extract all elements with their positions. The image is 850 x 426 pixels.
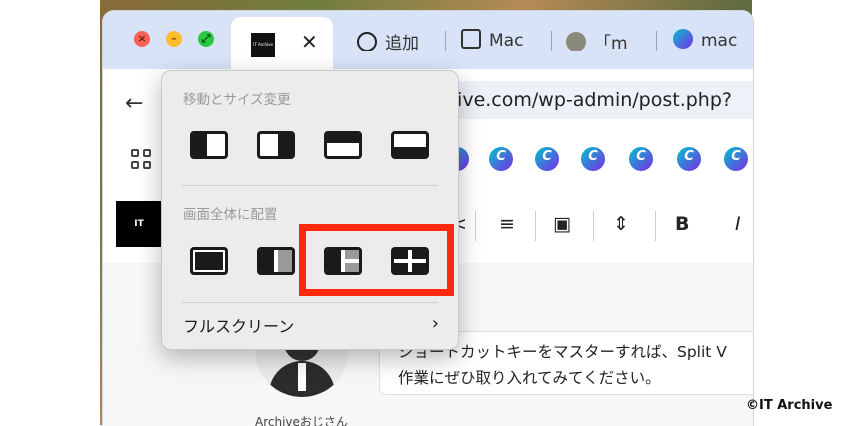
fullscreen-label: フルスクリーン bbox=[183, 317, 295, 336]
tab-divider bbox=[551, 31, 552, 51]
transform-icon[interactable]: ▣ bbox=[553, 213, 571, 235]
favicon-text: IT Archive bbox=[253, 42, 273, 47]
author-name: Archiveおじさん bbox=[255, 415, 348, 426]
it-archive-favicon: IT Archive bbox=[251, 33, 275, 57]
window-zoom-button[interactable]: ⤢ bbox=[198, 31, 214, 47]
menu-section-fill-arrange: 画面全体に配置 bbox=[183, 207, 278, 223]
tab-label: 追加 bbox=[385, 34, 419, 51]
chevron-right-icon: › bbox=[431, 313, 439, 334]
tab-label: Mac bbox=[489, 31, 524, 51]
canva-letter: C bbox=[684, 149, 694, 164]
tab-active[interactable]: IT Archive ✕ bbox=[231, 17, 333, 69]
tile-bottom-half-icon[interactable] bbox=[391, 131, 429, 159]
canva-letter: C bbox=[731, 149, 741, 164]
watermark: ©IT Archive bbox=[746, 398, 833, 413]
canva-icon[interactable]: C bbox=[489, 147, 513, 171]
toolbar-divider bbox=[655, 211, 656, 241]
arrange-left-right-icon[interactable] bbox=[257, 247, 295, 275]
canva-icon[interactable]: C bbox=[677, 147, 701, 171]
tab-strip: × – ⤢ IT Archive ✕ 追加 Mac 「m mac bbox=[103, 11, 753, 69]
tab-chatgpt[interactable]: 追加 bbox=[357, 29, 435, 51]
toolbar-divider bbox=[535, 211, 536, 241]
canva-letter: C bbox=[496, 149, 506, 164]
tab-close-icon[interactable]: ✕ bbox=[301, 30, 318, 54]
canva-icon[interactable]: C bbox=[724, 147, 748, 171]
tab-mac-1[interactable]: Mac bbox=[461, 29, 541, 51]
menu-divider bbox=[182, 302, 438, 303]
animal-avatar-icon bbox=[566, 32, 586, 51]
canva-icon[interactable]: C bbox=[581, 147, 605, 171]
bubble-text-line-2: 作業にぜひ取り入れてみてください。 bbox=[398, 369, 661, 387]
fill-screen-icon[interactable] bbox=[190, 247, 228, 275]
highlight-box bbox=[299, 224, 454, 296]
align-icon[interactable]: ≡ bbox=[499, 213, 515, 235]
height-icon[interactable]: ⇕ bbox=[613, 213, 629, 235]
close-icon: × bbox=[137, 32, 147, 45]
tab-label: 「m bbox=[594, 34, 628, 51]
canva-icon bbox=[673, 29, 693, 49]
tab-m[interactable]: 「m bbox=[566, 29, 646, 51]
tab-divider bbox=[445, 31, 446, 51]
window-arrange-menu: 移動とサイズ変更 画面全体に配置 フルスクリーン › bbox=[161, 70, 459, 350]
canva-letter: C bbox=[636, 149, 646, 164]
window-minimize-button[interactable]: – bbox=[166, 31, 182, 47]
tab-mac-2[interactable]: mac bbox=[673, 29, 753, 51]
canva-letter: C bbox=[542, 149, 552, 164]
fullscreen-arrows-icon: ⤢ bbox=[201, 32, 211, 45]
canva-icon[interactable]: C bbox=[629, 147, 653, 171]
italic-button[interactable]: I bbox=[735, 213, 741, 235]
back-arrow-icon[interactable]: ← bbox=[125, 91, 143, 116]
canva-icon[interactable]: C bbox=[535, 147, 559, 171]
tile-right-half-icon[interactable] bbox=[257, 131, 295, 159]
toolbar-divider bbox=[593, 211, 594, 241]
bold-button[interactable]: B bbox=[675, 213, 689, 235]
apps-grid-icon[interactable] bbox=[131, 149, 151, 169]
tile-left-half-icon[interactable] bbox=[190, 131, 228, 159]
site-logo[interactable]: IT Archive bbox=[116, 201, 162, 275]
tab-label: mac bbox=[701, 31, 738, 51]
window-close-button[interactable]: × bbox=[134, 31, 150, 47]
menu-divider bbox=[182, 185, 438, 186]
chatgpt-icon bbox=[357, 32, 377, 51]
pen-icon bbox=[461, 29, 481, 49]
minimize-icon: – bbox=[171, 32, 177, 45]
toolbar-divider bbox=[475, 211, 476, 241]
tile-top-half-icon[interactable] bbox=[324, 131, 362, 159]
fullscreen-menu-item[interactable]: フルスクリーン › bbox=[183, 313, 439, 337]
canva-letter: C bbox=[588, 149, 598, 164]
menu-section-move-resize: 移動とサイズ変更 bbox=[183, 92, 291, 108]
tab-divider bbox=[656, 31, 657, 51]
